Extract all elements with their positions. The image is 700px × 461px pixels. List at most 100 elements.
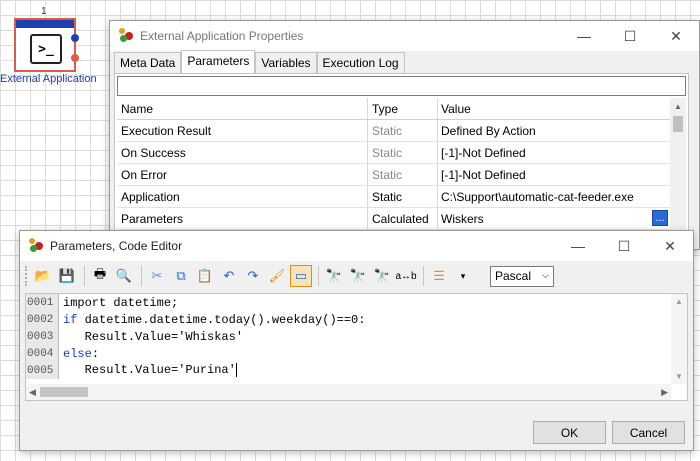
tab-execution-log[interactable]: Execution Log bbox=[316, 52, 405, 73]
code-line[interactable]: 0003 Result.Value='Whiskas' bbox=[26, 328, 671, 345]
toolbar-separator bbox=[84, 266, 85, 286]
scroll-down-icon[interactable]: ▼ bbox=[675, 372, 683, 381]
code-vertical-scrollbar[interactable]: ▲ ▼ bbox=[671, 294, 687, 384]
row-name: On Error bbox=[117, 164, 368, 185]
scroll-thumb[interactable] bbox=[673, 116, 683, 132]
print-icon[interactable]: 🖶 bbox=[89, 265, 111, 287]
node-header-bar bbox=[16, 20, 74, 28]
ok-button[interactable]: OK bbox=[533, 421, 606, 444]
window-title: External Application Properties bbox=[140, 29, 304, 43]
maximize-button[interactable]: ☐ bbox=[607, 21, 653, 51]
grid-row[interactable]: On Success Static [-1]-Not Defined bbox=[117, 142, 670, 164]
row-value[interactable]: [-1]-Not Defined bbox=[438, 164, 670, 185]
row-name: Parameters bbox=[117, 208, 368, 229]
column-header-name[interactable]: Name bbox=[117, 98, 368, 119]
cancel-button[interactable]: Cancel bbox=[612, 421, 685, 444]
print-preview-icon[interactable]: 🔍 bbox=[113, 265, 135, 287]
row-value[interactable]: [-1]-Not Defined bbox=[438, 142, 670, 163]
row-value[interactable]: Wiskers ... bbox=[438, 208, 670, 229]
properties-titlebar[interactable]: External Application Properties — ☐ ✕ bbox=[110, 21, 699, 51]
redo-icon[interactable]: ↷ bbox=[242, 265, 264, 287]
success-port[interactable] bbox=[71, 34, 79, 42]
column-header-value[interactable]: Value bbox=[438, 98, 670, 119]
scroll-up-icon[interactable]: ▲ bbox=[675, 297, 683, 306]
find-icon[interactable]: 🔭 bbox=[323, 265, 345, 287]
grid-row[interactable]: On Error Static [-1]-Not Defined bbox=[117, 164, 670, 186]
row-type: Static bbox=[368, 142, 438, 163]
grid-row[interactable]: Execution Result Static Defined By Actio… bbox=[117, 120, 670, 142]
maximize-button[interactable]: ☐ bbox=[601, 231, 647, 261]
parameters-grid: Name Type Value Execution Result Static … bbox=[117, 98, 670, 230]
undo-icon[interactable]: ↶ bbox=[218, 265, 240, 287]
toolbar-separator bbox=[318, 266, 319, 286]
line-number: 0003 bbox=[26, 328, 59, 345]
row-value[interactable]: Defined By Action bbox=[438, 120, 670, 141]
row-type: Calculated bbox=[368, 208, 438, 229]
scroll-left-icon[interactable]: ◀ bbox=[29, 387, 36, 398]
replace-icon[interactable]: a↔b bbox=[395, 265, 417, 287]
code-line[interactable]: 0004 else: bbox=[26, 345, 671, 362]
grid-scrollbar[interactable]: ▲ bbox=[670, 98, 686, 246]
copy-icon[interactable]: ⧉ bbox=[170, 265, 192, 287]
code-keyword: else bbox=[63, 346, 92, 361]
minimize-button[interactable]: — bbox=[561, 21, 607, 51]
tab-parameters[interactable]: Parameters bbox=[181, 50, 256, 73]
save-icon[interactable]: 💾 bbox=[56, 265, 78, 287]
line-number: 0002 bbox=[26, 311, 59, 328]
row-type: Static bbox=[368, 120, 438, 141]
error-port[interactable] bbox=[71, 54, 79, 62]
grid-row[interactable]: Application Static C:\Support\automatic-… bbox=[117, 186, 670, 208]
toolbar-overflow-icon[interactable]: ▾ bbox=[452, 265, 474, 287]
minimize-button[interactable]: — bbox=[555, 231, 601, 261]
node-number: 1 bbox=[41, 6, 47, 17]
code-text[interactable]: Result.Value='Whiskas' bbox=[59, 330, 243, 344]
clear-brush-icon[interactable]: 🖌 bbox=[266, 265, 288, 287]
code-area[interactable]: 0001 import datetime; 0002 if datetime.d… bbox=[25, 293, 688, 401]
code-text-content: : bbox=[91, 346, 100, 361]
scroll-thumb[interactable] bbox=[40, 387, 88, 397]
cut-icon[interactable]: ✂ bbox=[146, 265, 168, 287]
row-type: Static bbox=[368, 186, 438, 207]
code-text[interactable]: Result.Value='Purina' bbox=[59, 363, 237, 378]
scroll-right-icon[interactable]: ▶ bbox=[661, 387, 668, 398]
editor-titlebar[interactable]: Parameters, Code Editor — ☐ ✕ bbox=[20, 231, 693, 261]
code-text[interactable]: if datetime.datetime.today().weekday()==… bbox=[59, 313, 365, 327]
code-text[interactable]: else: bbox=[59, 347, 99, 361]
code-text-content: datetime.datetime.today().weekday()==0: bbox=[77, 312, 366, 327]
tab-variables[interactable]: Variables bbox=[255, 52, 317, 73]
code-horizontal-scrollbar[interactable]: ◀ ▶ bbox=[26, 384, 671, 400]
code-line[interactable]: 0002 if datetime.datetime.today().weekda… bbox=[26, 311, 671, 328]
find-next-icon[interactable]: 🔭 bbox=[347, 265, 369, 287]
language-select[interactable]: Pascal ⌵ bbox=[490, 265, 554, 287]
row-value-text: Wiskers bbox=[441, 211, 484, 226]
code-text-content: Result.Value='Whiskas' bbox=[84, 329, 244, 344]
code-text-content: import datetime; bbox=[63, 295, 179, 310]
tab-meta-data[interactable]: Meta Data bbox=[114, 52, 182, 73]
toolbar-separator bbox=[141, 266, 142, 286]
chevron-down-icon: ⌵ bbox=[542, 269, 549, 280]
close-button[interactable]: ✕ bbox=[653, 21, 699, 51]
scroll-up-icon[interactable]: ▲ bbox=[670, 98, 686, 114]
toolbar-grip[interactable] bbox=[25, 266, 28, 286]
filter-input[interactable] bbox=[117, 76, 686, 96]
code-editor-window: Parameters, Code Editor — ☐ ✕ 📂 💾 🖶 🔍 ✂ … bbox=[19, 230, 694, 451]
open-folder-icon[interactable]: 📂 bbox=[32, 265, 54, 287]
close-button[interactable]: ✕ bbox=[647, 231, 693, 261]
grid-row[interactable]: Parameters Calculated Wiskers ... bbox=[117, 208, 670, 230]
row-value[interactable]: C:\Support\automatic-cat-feeder.exe bbox=[438, 186, 670, 207]
ellipsis-button[interactable]: ... bbox=[652, 210, 668, 226]
grid-header: Name Type Value bbox=[117, 98, 670, 120]
paste-icon[interactable]: 📋 bbox=[194, 265, 216, 287]
column-header-type[interactable]: Type bbox=[368, 98, 438, 119]
line-number: 0004 bbox=[26, 345, 59, 362]
code-line[interactable]: 0005 Result.Value='Purina' bbox=[26, 362, 671, 379]
external-application-node[interactable]: >_ bbox=[14, 18, 79, 72]
row-name: On Success bbox=[117, 142, 368, 163]
code-line[interactable]: 0001 import datetime; bbox=[26, 294, 671, 311]
find-previous-icon[interactable]: 🔭 bbox=[371, 265, 393, 287]
code-text[interactable]: import datetime; bbox=[59, 296, 178, 310]
insert-field-icon[interactable]: ☰ bbox=[428, 265, 450, 287]
toggle-view-icon[interactable]: ▭ bbox=[290, 265, 312, 287]
